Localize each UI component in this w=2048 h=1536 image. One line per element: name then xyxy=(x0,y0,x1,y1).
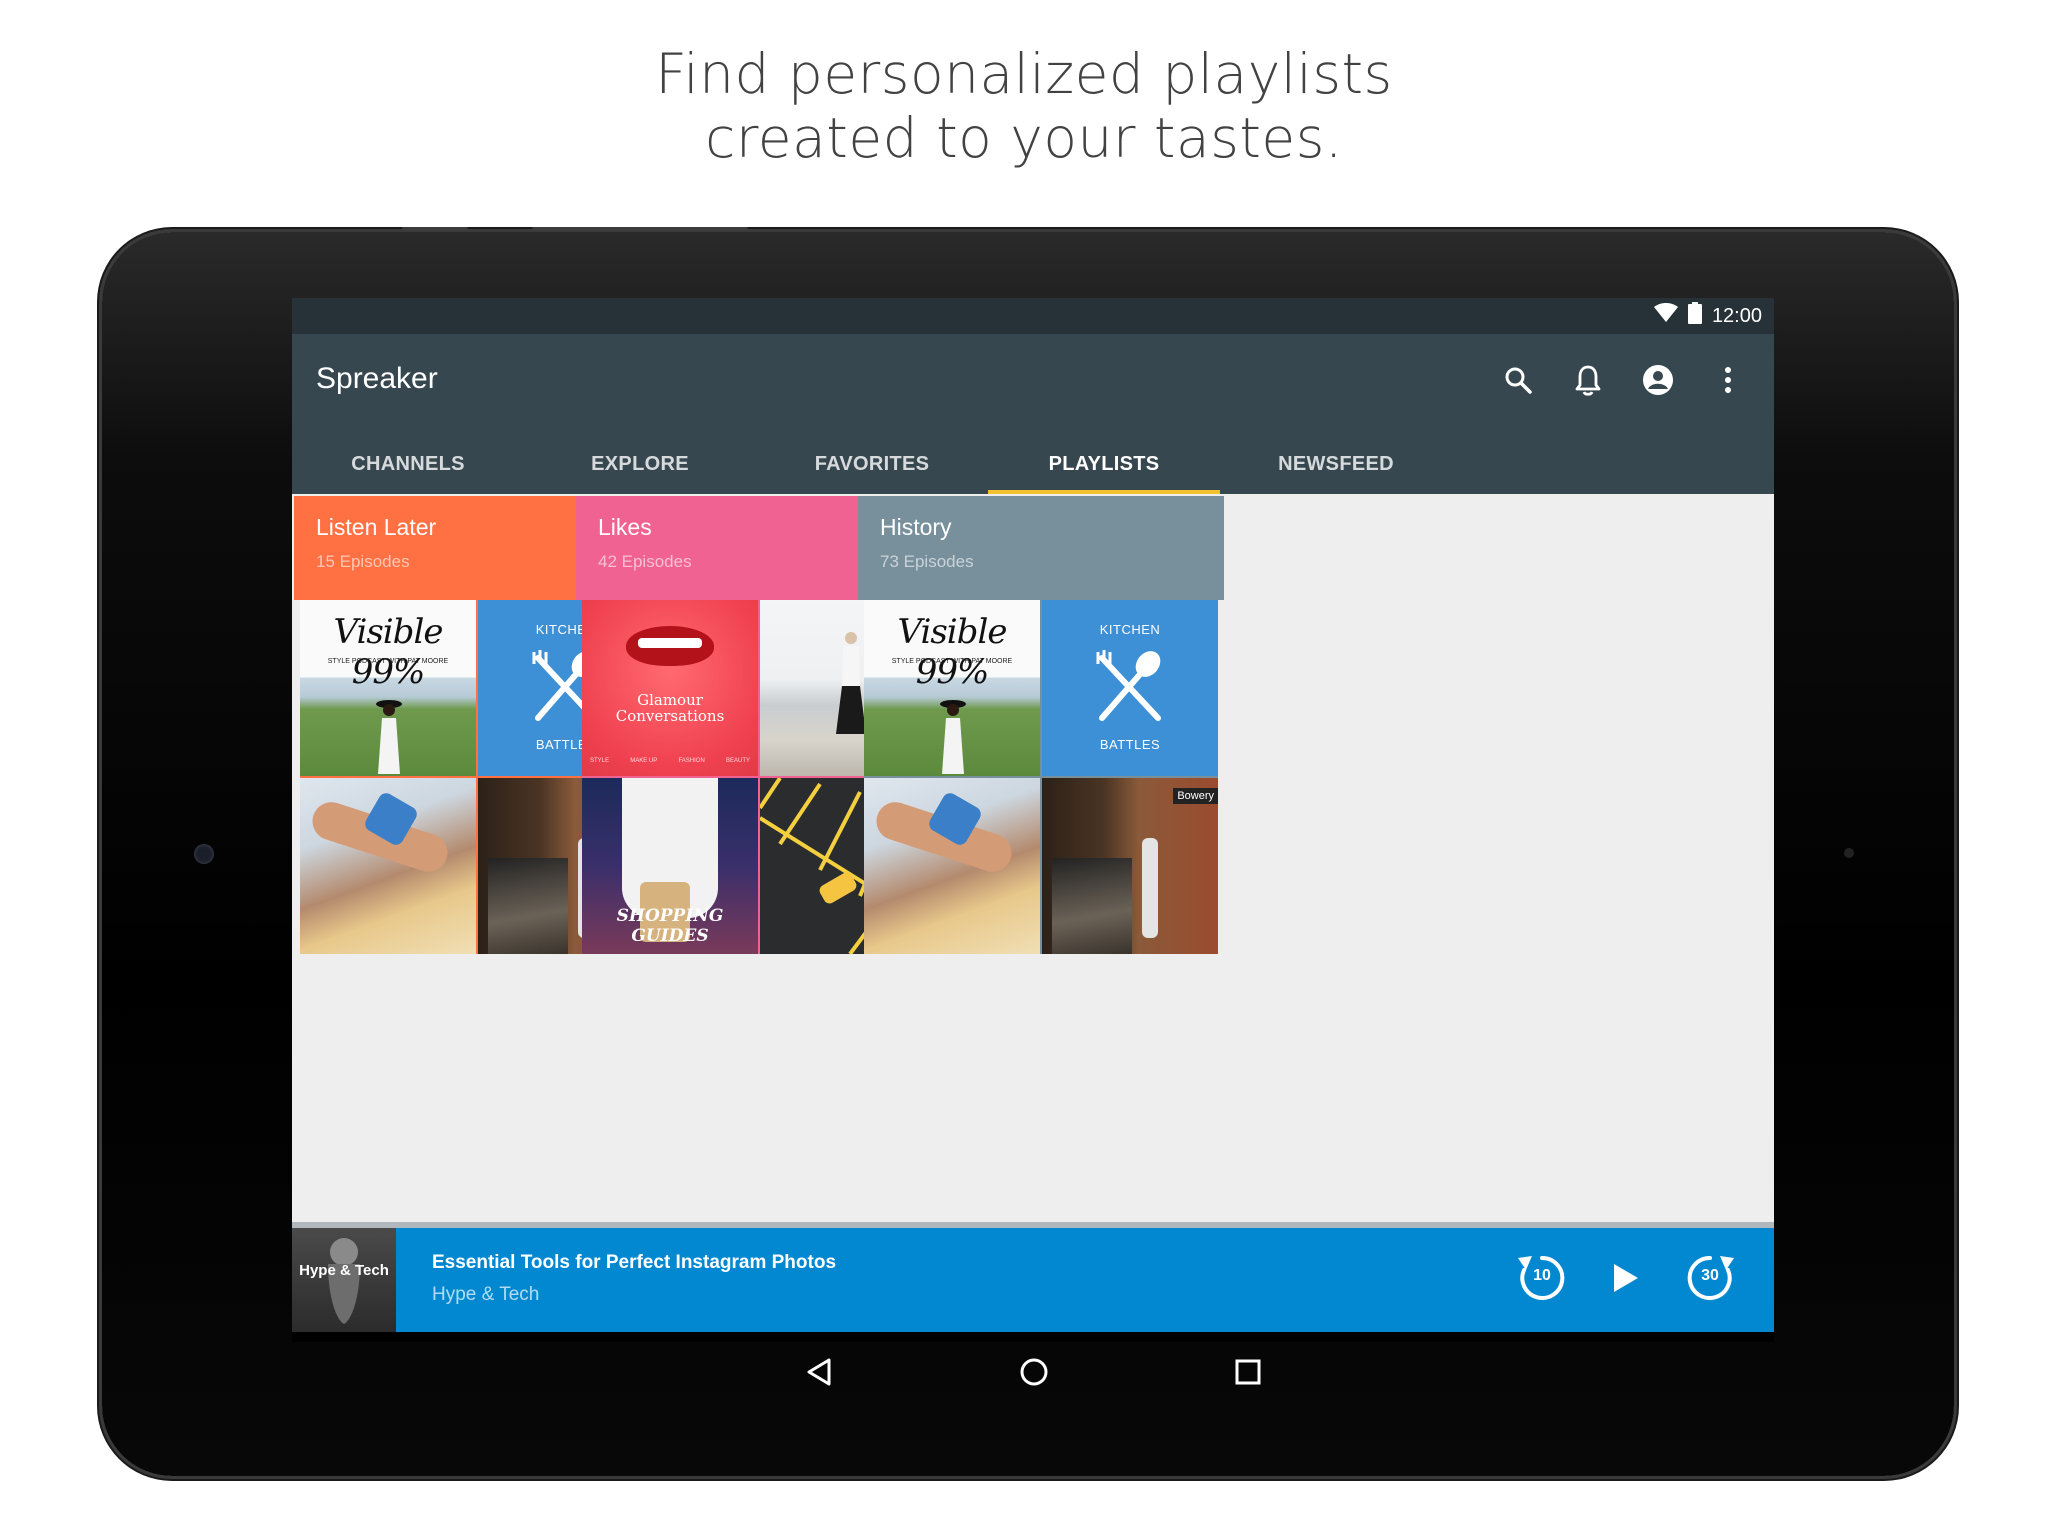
artwork-food xyxy=(300,778,476,954)
back-icon[interactable] xyxy=(805,1357,833,1392)
artwork-subtitle: BATTLES xyxy=(1099,737,1161,752)
bell-icon[interactable] xyxy=(1570,362,1606,398)
artwork-subtitle: STYLE PODCAST WITH PAT MOORE xyxy=(891,658,1013,665)
promo-line-2: created to your tastes. xyxy=(705,106,1343,170)
playlist-artwork-grid: Visible 99% STYLE PODCAST WITH PAT MOORE… xyxy=(864,600,1218,954)
home-icon[interactable] xyxy=(1019,1357,1049,1392)
rail-shape xyxy=(488,858,568,954)
playlist-episode-count: 73 Episodes xyxy=(880,552,974,571)
front-camera xyxy=(194,844,214,864)
playlists-grid: Listen Later 15 Episodes Visible 99% STY… xyxy=(292,494,1774,1222)
artwork-title-line-1: Glamour xyxy=(637,691,703,709)
playlist-header: History 73 Episodes xyxy=(858,496,1224,600)
artwork-kitchen-battles: KITCHEN BATTLES xyxy=(1042,600,1218,776)
power-button xyxy=(532,227,748,231)
playlist-title: Likes xyxy=(598,514,652,540)
tag-style: STYLE xyxy=(590,758,610,764)
rail-shape xyxy=(1052,858,1132,954)
forward-30-button[interactable]: 30 xyxy=(1682,1250,1738,1306)
artwork-label: Hype & Tech xyxy=(299,1262,389,1279)
subway-sign: Bowery xyxy=(1173,788,1218,804)
clock: 12:00 xyxy=(1711,304,1762,327)
playlist-episode-count: 15 Episodes xyxy=(316,552,410,571)
account-icon[interactable] xyxy=(1640,362,1676,398)
artwork-subtitle: STYLE PODCAST WITH PAT MOORE xyxy=(327,658,449,665)
person-figure xyxy=(1142,838,1158,938)
app-title: Spreaker xyxy=(316,362,438,395)
artwork-subway: Bowery xyxy=(1042,778,1218,954)
volume-button xyxy=(402,227,468,231)
wifi-icon xyxy=(1653,303,1678,329)
player-controls: 10 30 xyxy=(1514,1250,1738,1306)
playlist-title: Listen Later xyxy=(316,514,437,540)
promo-headline: Find personalized playlists created to y… xyxy=(0,42,2048,170)
tag-beauty: BEAUTY xyxy=(725,758,750,764)
artwork-title-line-2: Conversations xyxy=(615,707,725,725)
person-figure xyxy=(940,700,966,774)
artwork-visible-99: Visible 99% STYLE PODCAST WITH PAT MOORE xyxy=(300,600,476,776)
promo-line-1: Find personalized playlists xyxy=(655,42,1393,106)
recents-icon[interactable] xyxy=(1235,1359,1261,1390)
light-sensor xyxy=(1844,848,1854,858)
search-icon[interactable] xyxy=(1500,362,1536,398)
person-figure xyxy=(376,700,402,774)
tab-newsfeed[interactable]: NEWSFEED xyxy=(1220,434,1452,494)
artwork-title: Visible 99% xyxy=(333,612,444,692)
tag-make-up: MAKE UP xyxy=(630,758,658,764)
tab-channels[interactable]: CHANNELS xyxy=(292,434,524,494)
system-navigation-bar xyxy=(292,1342,1774,1406)
battery-icon xyxy=(1687,302,1702,330)
artwork-shopping-guides: SHOPPING GUIDES xyxy=(582,778,758,954)
playlist-card-history[interactable]: History 73 Episodes Visible 99% STYLE PO… xyxy=(858,496,1224,960)
tab-explore[interactable]: EXPLORE xyxy=(524,434,756,494)
mini-player: Hype & Tech Essential Tools for Perfect … xyxy=(292,1222,1774,1342)
more-vert-icon[interactable] xyxy=(1710,362,1746,398)
play-icon xyxy=(1614,1264,1638,1292)
episode-title: Essential Tools for Perfect Instagram Ph… xyxy=(432,1252,837,1273)
tab-playlists[interactable]: PLAYLISTS xyxy=(988,434,1220,494)
device-screen: 12:00 Spreaker CHANNELS EXPLORE FAVORITE… xyxy=(292,298,1774,1342)
show-name: Hype & Tech xyxy=(432,1284,540,1305)
artwork-glamour-conversations: Glamour Conversations STYLE MAKE UP FASH… xyxy=(582,600,758,776)
artwork-tags: STYLE MAKE UP FASHION BEAUTY xyxy=(590,758,750,764)
teeth-shape xyxy=(638,638,702,648)
playlist-episode-count: 42 Episodes xyxy=(598,552,692,571)
bearded-man-illustration xyxy=(328,1238,360,1324)
tab-bar: CHANNELS EXPLORE FAVORITES PLAYLISTS NEW… xyxy=(292,434,1452,494)
artwork-food xyxy=(864,778,1040,954)
rewind-seconds-label: 10 xyxy=(1533,1267,1551,1284)
artwork-title: Glamour Conversations xyxy=(582,692,758,724)
rewind-10-button[interactable]: 10 xyxy=(1514,1250,1570,1306)
artwork-title: KITCHEN xyxy=(1099,622,1161,637)
status-bar: 12:00 xyxy=(292,298,1774,334)
artwork-title: SHOPPING GUIDES xyxy=(616,906,724,946)
artwork-title: Visible 99% xyxy=(897,612,1008,692)
tab-favorites[interactable]: FAVORITES xyxy=(756,434,988,494)
artwork-visible-99: Visible 99% STYLE PODCAST WITH PAT MOORE xyxy=(864,600,1040,776)
player-info-area[interactable]: Essential Tools for Perfect Instagram Ph… xyxy=(396,1228,1774,1332)
playlist-title: History xyxy=(880,514,952,540)
app-bar: Spreaker CHANNELS EXPLORE FAVORITES PLAY… xyxy=(292,334,1774,494)
episode-artwork[interactable]: Hype & Tech xyxy=(292,1228,396,1332)
forward-seconds-label: 30 xyxy=(1701,1267,1719,1284)
play-button[interactable] xyxy=(1606,1250,1646,1306)
fork-spoon-icon xyxy=(1096,650,1161,721)
tag-fashion: FASHION xyxy=(678,758,705,764)
